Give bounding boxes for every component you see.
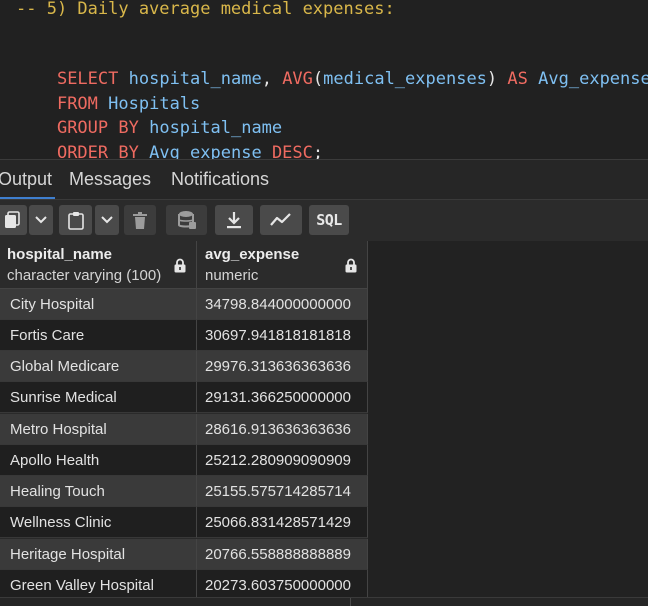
paste-button[interactable] xyxy=(59,205,92,235)
table-row[interactable]: Global Medicare 29976.313636363636 xyxy=(0,351,368,382)
delete-row-button[interactable] xyxy=(124,205,156,235)
identifier-order-col: Avg_expense xyxy=(149,143,262,159)
tab-output[interactable]: Output xyxy=(0,169,52,190)
cell-avg-expense[interactable]: 29976.313636363636 xyxy=(197,351,368,382)
chevron-down-icon xyxy=(101,216,113,224)
table-row[interactable]: Metro Hospital 28616.913636363636 xyxy=(0,414,368,445)
cell-hospital-name[interactable]: Fortis Care xyxy=(0,320,197,351)
cell-hospital-name[interactable]: Green Valley Hospital xyxy=(0,570,197,597)
column-header-hospital-name[interactable]: hospital_name character varying (100) xyxy=(0,241,197,289)
keyword-order-by: ORDER BY xyxy=(56,143,139,159)
column-name: hospital_name xyxy=(7,246,113,263)
copy-icon xyxy=(4,211,20,229)
cell-avg-expense[interactable]: 25212.280909090909 xyxy=(197,445,368,476)
paren-open: ( xyxy=(312,69,324,89)
keyword-as: AS xyxy=(507,69,528,89)
table-row[interactable]: Wellness Clinic 25066.831428571429 xyxy=(0,507,368,538)
cell-avg-expense[interactable]: 20273.603750000000 xyxy=(197,570,368,597)
cell-avg-expense[interactable]: 34798.844000000000 xyxy=(197,289,368,320)
column-type: numeric xyxy=(205,267,259,284)
table-row[interactable]: City Hospital 34798.844000000000 xyxy=(0,289,368,320)
cell-avg-expense[interactable]: 29131.366250000000 xyxy=(197,382,368,413)
cell-hospital-name[interactable]: Healing Touch xyxy=(0,476,197,507)
function-avg: AVG xyxy=(282,69,313,89)
sql-editor[interactable]: -- 5) Daily average medical expenses: SE… xyxy=(0,0,648,159)
lock-icon xyxy=(174,258,186,277)
results-toolbar: SQL xyxy=(0,199,648,242)
graph-visualiser-button[interactable] xyxy=(260,205,302,235)
save-data-button[interactable] xyxy=(166,205,207,235)
comma: , xyxy=(261,69,272,89)
trash-icon xyxy=(133,211,147,229)
cell-avg-expense[interactable]: 20766.558888888889 xyxy=(197,539,368,570)
cell-avg-expense[interactable]: 28616.913636363636 xyxy=(197,414,368,445)
sql-view-button[interactable]: SQL xyxy=(309,205,349,235)
column-type: character varying (100) xyxy=(7,267,162,284)
tab-messages[interactable]: Messages xyxy=(69,169,151,190)
grid-empty-area xyxy=(368,241,648,597)
result-tabs: Output Messages Notifications xyxy=(0,159,648,200)
cell-hospital-name[interactable]: Metro Hospital xyxy=(0,414,197,445)
paste-icon xyxy=(67,211,84,230)
cell-hospital-name[interactable]: Sunrise Medical xyxy=(0,382,197,413)
cell-hospital-name[interactable]: Wellness Clinic xyxy=(0,507,197,538)
column-name: avg_expense xyxy=(205,246,300,263)
download-button[interactable] xyxy=(215,205,253,235)
cell-avg-expense[interactable]: 25155.575714285714 xyxy=(197,476,368,507)
table-row[interactable]: Green Valley Hospital 20273.603750000000 xyxy=(0,570,368,597)
table-row[interactable]: Healing Touch 25155.575714285714 xyxy=(0,476,368,507)
cell-hospital-name[interactable]: City Hospital xyxy=(0,289,197,320)
identifier-medical-expenses: medical_expenses xyxy=(323,69,487,89)
sql-label: SQL xyxy=(316,211,342,229)
lock-icon xyxy=(345,258,357,277)
download-icon xyxy=(225,211,243,229)
code-line-order-by: ORDER BY Avg_expense DESC; xyxy=(16,120,323,159)
keyword-desc: DESC xyxy=(271,143,313,159)
chevron-down-icon xyxy=(35,216,47,224)
database-save-icon xyxy=(177,210,197,230)
copy-button[interactable] xyxy=(0,205,27,235)
cell-avg-expense[interactable]: 30697.941818181818 xyxy=(197,320,368,351)
semicolon: ; xyxy=(312,143,324,159)
identifier-avg-expense-alias: Avg_expense xyxy=(538,69,648,89)
column-header-avg-expense[interactable]: avg_expense numeric xyxy=(197,241,368,289)
cell-hospital-name[interactable]: Apollo Health xyxy=(0,445,197,476)
cell-avg-expense[interactable]: 25066.831428571429 xyxy=(197,507,368,538)
tab-notifications[interactable]: Notifications xyxy=(171,169,269,190)
code-comment: -- 5) Daily average medical expenses: xyxy=(16,0,395,19)
table-row[interactable]: Apollo Health 25212.280909090909 xyxy=(0,445,368,476)
cell-hospital-name[interactable]: Global Medicare xyxy=(0,351,197,382)
cell-hospital-name[interactable]: Heritage Hospital xyxy=(0,539,197,570)
paren-close: ) xyxy=(486,69,498,89)
table-row[interactable]: Fortis Care 30697.941818181818 xyxy=(0,320,368,351)
results-grid: hospital_name character varying (100) av… xyxy=(0,241,368,597)
line-chart-icon xyxy=(270,213,292,227)
copy-options-dropdown[interactable] xyxy=(29,205,53,235)
paste-options-dropdown[interactable] xyxy=(95,205,119,235)
table-row[interactable]: Heritage Hospital 20766.558888888889 xyxy=(0,539,368,570)
table-row[interactable]: Sunrise Medical 29131.366250000000 xyxy=(0,382,368,413)
